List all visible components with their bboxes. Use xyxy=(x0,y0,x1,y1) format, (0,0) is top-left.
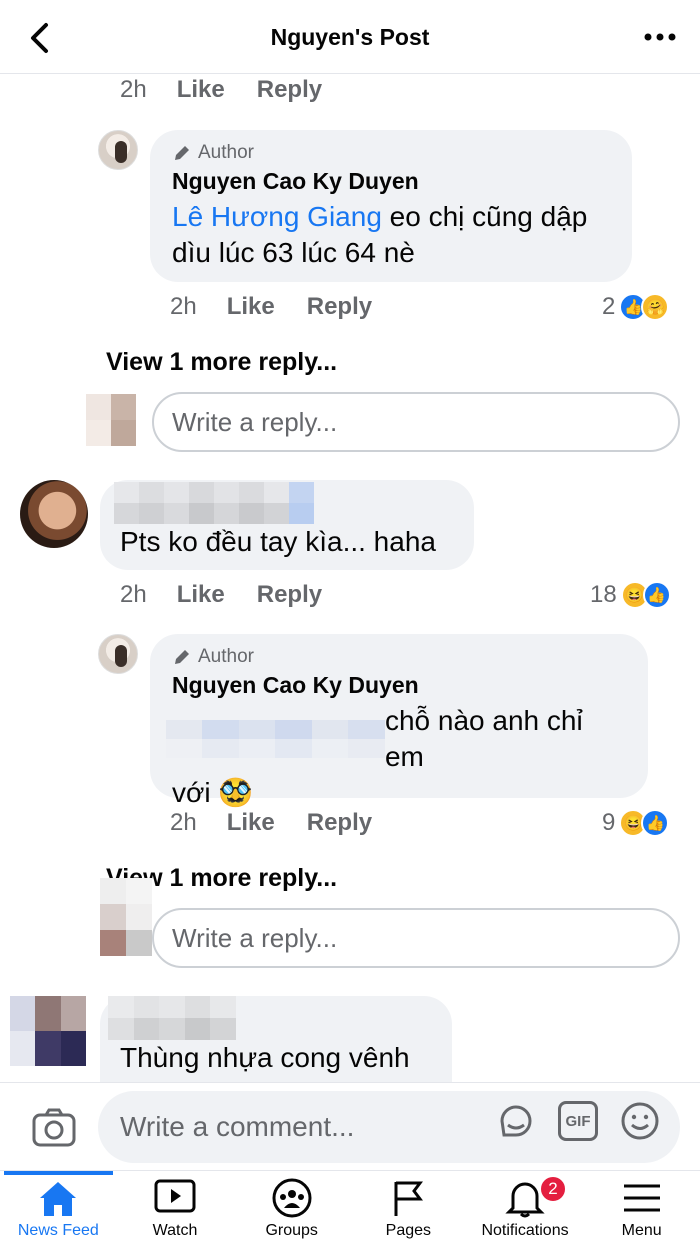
camera-icon[interactable] xyxy=(32,1107,76,1147)
view-more-replies[interactable]: View 1 more reply... xyxy=(106,348,337,377)
disguise-emoji-icon: 🥸 xyxy=(218,777,254,808)
comment-text: Pts ko đều tay kìa... haha xyxy=(120,526,436,557)
reply-button[interactable]: Reply xyxy=(257,76,322,104)
tab-groups[interactable]: Groups xyxy=(233,1171,350,1244)
reaction-summary[interactable]: 2 👍 🤗 xyxy=(602,289,670,325)
reply-bubble: Author Nguyen Cao Ky Duyen chỗ nào anh c… xyxy=(150,634,648,808)
blurred-mention xyxy=(166,720,385,758)
tab-label: Groups xyxy=(265,1222,318,1239)
more-options-icon[interactable] xyxy=(642,22,678,52)
reaction-count: 18 xyxy=(590,581,617,608)
menu-icon xyxy=(623,1184,660,1212)
blurred-name xyxy=(108,996,236,1040)
reply-actions: 2h Like Reply xyxy=(170,289,404,325)
care-reaction-icon: 🤗 xyxy=(641,293,670,321)
pencil-icon xyxy=(175,146,189,160)
tab-pages[interactable]: Pages xyxy=(350,1171,467,1244)
comment-text: Thùng nhựa cong vênh xyxy=(120,1042,410,1073)
tab-label: Watch xyxy=(152,1222,198,1239)
comment-time: 2h xyxy=(120,76,147,103)
author-badge: Author xyxy=(172,646,626,668)
page-title: Nguyen's Post xyxy=(270,24,430,50)
tab-label: Pages xyxy=(385,1222,432,1239)
comment-composer: Write a comment... GIF xyxy=(0,1082,700,1170)
reply-time: 2h xyxy=(170,293,197,320)
commenter-name[interactable]: Nguyen Cao Ky Duyen xyxy=(172,672,626,699)
reply-input[interactable]: Write a reply... xyxy=(152,392,680,452)
emoji-icon[interactable] xyxy=(620,1101,660,1141)
reply-text-line: chỗ nào anh chỉ em xyxy=(166,703,626,775)
author-label: Author xyxy=(198,646,254,667)
comment-time: 2h xyxy=(120,581,147,608)
tab-news-feed[interactable]: News Feed xyxy=(0,1171,117,1244)
sticker-icon[interactable] xyxy=(496,1101,536,1141)
reaction-summary[interactable]: 9 😆 👍 xyxy=(602,805,670,841)
tab-label: News Feed xyxy=(17,1222,99,1239)
mention-link[interactable]: Lê Hương Giang xyxy=(172,201,382,232)
author-avatar[interactable] xyxy=(98,634,138,674)
tab-label: Menu xyxy=(621,1222,662,1239)
like-button[interactable]: Like xyxy=(227,809,275,837)
author-badge: Author xyxy=(172,142,610,164)
reply-actions: 2h Like Reply xyxy=(170,805,404,841)
reply-button[interactable]: Reply xyxy=(257,581,322,609)
commenter-avatar[interactable] xyxy=(20,480,88,548)
reply-time: 2h xyxy=(170,809,197,836)
post-header: Nguyen's Post xyxy=(0,0,700,74)
tab-notifications[interactable]: 2 Notifications xyxy=(467,1171,584,1244)
tab-label: Notifications xyxy=(481,1222,569,1239)
reaction-count: 9 xyxy=(602,809,616,836)
reaction-count: 2 xyxy=(602,293,616,320)
author-label: Author xyxy=(198,142,254,163)
flag-icon xyxy=(394,1181,424,1216)
gif-icon[interactable]: GIF xyxy=(558,1101,598,1141)
blurred-avatar xyxy=(86,394,136,446)
comment-bubble: Pts ko đều tay kìa... haha xyxy=(100,480,474,570)
reply-text-body: với xyxy=(172,777,211,808)
home-icon xyxy=(40,1182,77,1216)
tab-watch[interactable]: Watch xyxy=(117,1171,234,1244)
blurred-avatar xyxy=(10,996,86,1066)
blurred-name xyxy=(114,482,314,524)
comment-bubble: Thùng nhựa cong vênh xyxy=(100,996,452,1082)
reply-bubble: Author Nguyen Cao Ky Duyen Lê Hương Gian… xyxy=(150,130,632,282)
reply-input[interactable]: Write a reply... xyxy=(152,908,680,968)
reply-button[interactable]: Reply xyxy=(307,293,372,321)
reaction-summary[interactable]: 18 😆 👍 xyxy=(590,577,671,613)
comment-actions: 2h Like Reply xyxy=(120,72,354,108)
tab-menu[interactable]: Menu xyxy=(583,1171,700,1244)
watch-icon xyxy=(154,1179,196,1213)
like-button[interactable]: Like xyxy=(177,76,225,104)
like-button[interactable]: Like xyxy=(227,293,275,321)
blurred-avatar xyxy=(100,878,152,956)
pencil-icon xyxy=(175,650,189,664)
groups-icon xyxy=(272,1178,312,1218)
reply-text-body: chỗ nào anh chỉ em xyxy=(384,705,583,772)
bottom-tab-bar: News Feed Watch Groups Pages 2 Notificat… xyxy=(0,1170,700,1244)
commenter-name[interactable]: Nguyen Cao Ky Duyen xyxy=(172,168,610,195)
like-button[interactable]: Like xyxy=(177,581,225,609)
like-reaction-icon: 👍 xyxy=(641,809,670,837)
author-avatar[interactable] xyxy=(98,130,138,170)
reply-button[interactable]: Reply xyxy=(307,809,372,837)
reply-text: Lê Hương Giang eo chị cũng dập dìu lúc 6… xyxy=(172,199,610,271)
notification-badge: 2 xyxy=(539,1175,568,1203)
like-reaction-icon: 👍 xyxy=(642,581,671,609)
comment-actions: 2h Like Reply xyxy=(120,577,354,613)
